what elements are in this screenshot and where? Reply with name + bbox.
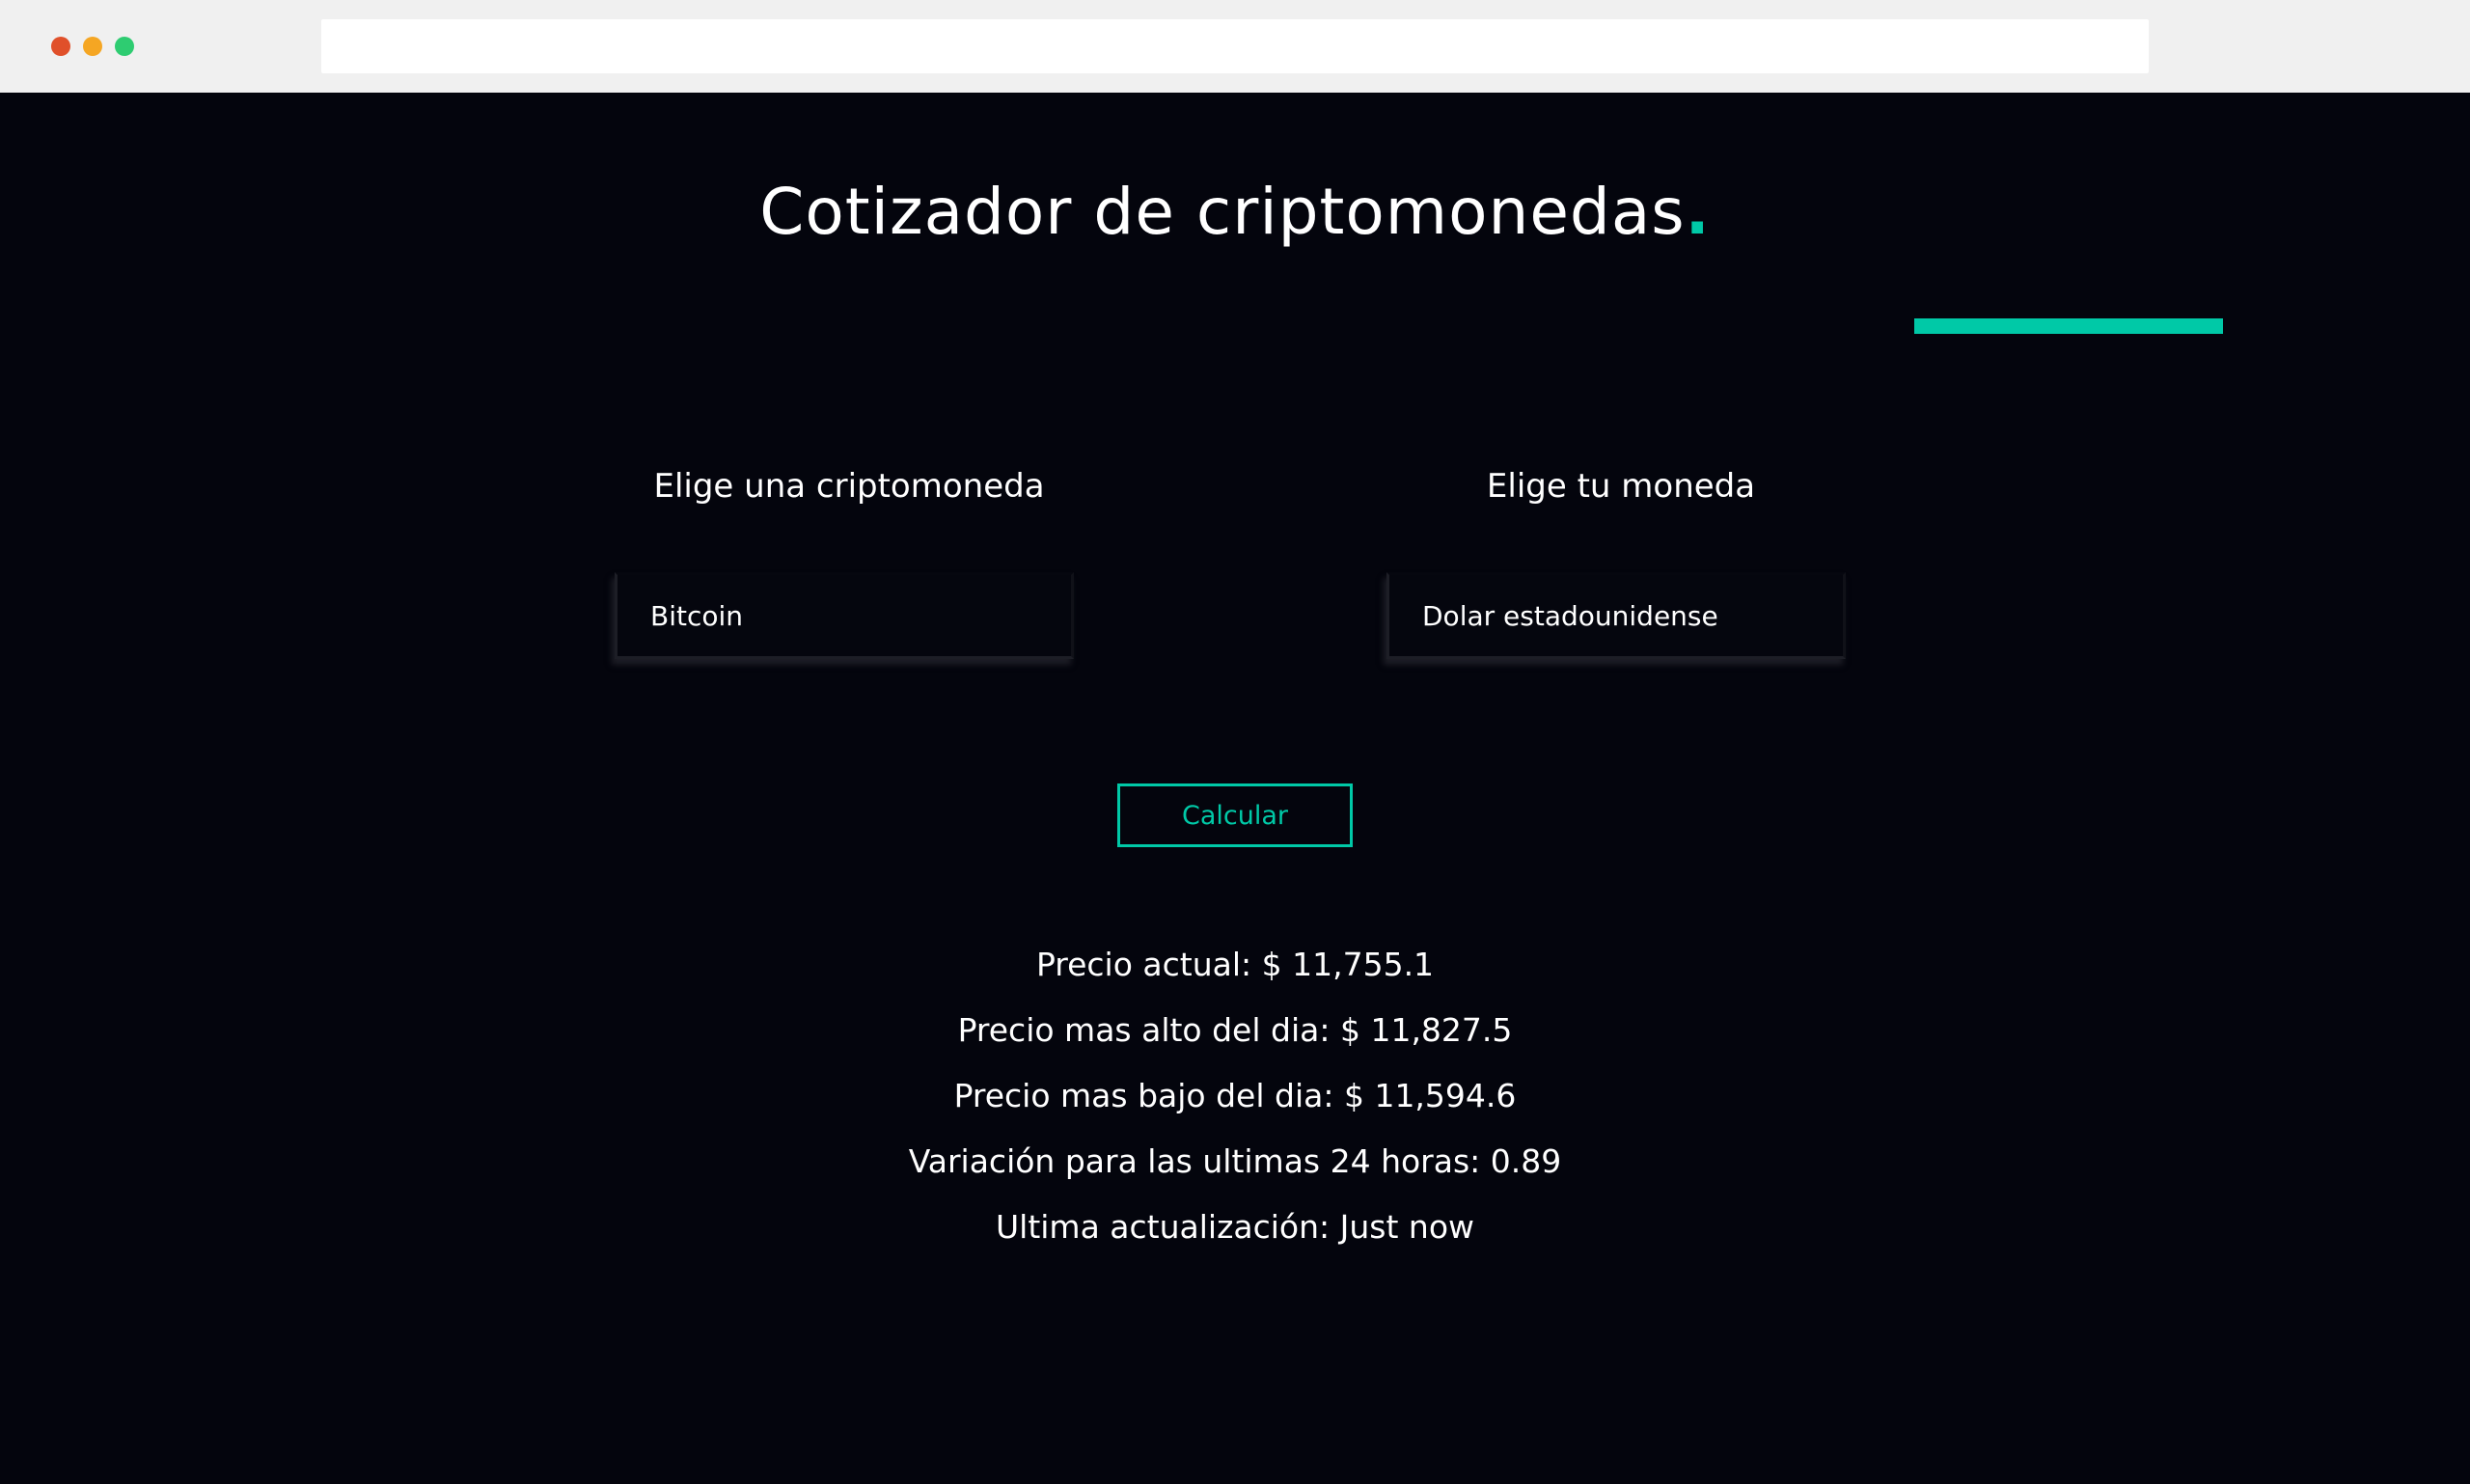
result-last-update: Ultima actualización: Just now (996, 1208, 1474, 1246)
page-content: Cotizador de criptomonedas. Elige una cr… (0, 93, 2470, 1484)
page-title-dot: . (1685, 175, 1711, 249)
currency-select-value: Dolar estadounidense (1422, 599, 1718, 632)
result-high-price: Precio mas alto del dia: $ 11,827.5 (957, 1011, 1513, 1049)
result-current-price: Precio actual: $ 11,755.1 (1035, 946, 1435, 983)
window-minimize-dot[interactable] (83, 37, 102, 56)
result-variation: Variación para las ultimas 24 horas: 0.8… (908, 1142, 1562, 1180)
crypto-label: Elige una criptomoneda (653, 467, 1045, 506)
result-low-price: Precio mas bajo del dia: $ 11,594.6 (953, 1077, 1517, 1114)
results-panel: Precio actual: $ 11,755.1 Precio mas alt… (0, 932, 2470, 1260)
crypto-select[interactable]: Bitcoin (615, 572, 1074, 659)
currency-select[interactable]: Dolar estadounidense (1386, 572, 1846, 659)
currency-label: Elige tu moneda (1486, 467, 1756, 506)
browser-chrome (0, 0, 2470, 93)
crypto-select-value: Bitcoin (650, 599, 744, 632)
address-bar[interactable] (321, 19, 2149, 73)
accent-bar (1914, 318, 2223, 334)
calculate-button[interactable]: Calcular (1117, 783, 1353, 847)
page-title-text: Cotizador de criptomonedas (759, 175, 1686, 249)
window-maximize-dot[interactable] (115, 37, 134, 56)
window-close-dot[interactable] (51, 37, 70, 56)
page-title: Cotizador de criptomonedas. (0, 175, 2470, 249)
